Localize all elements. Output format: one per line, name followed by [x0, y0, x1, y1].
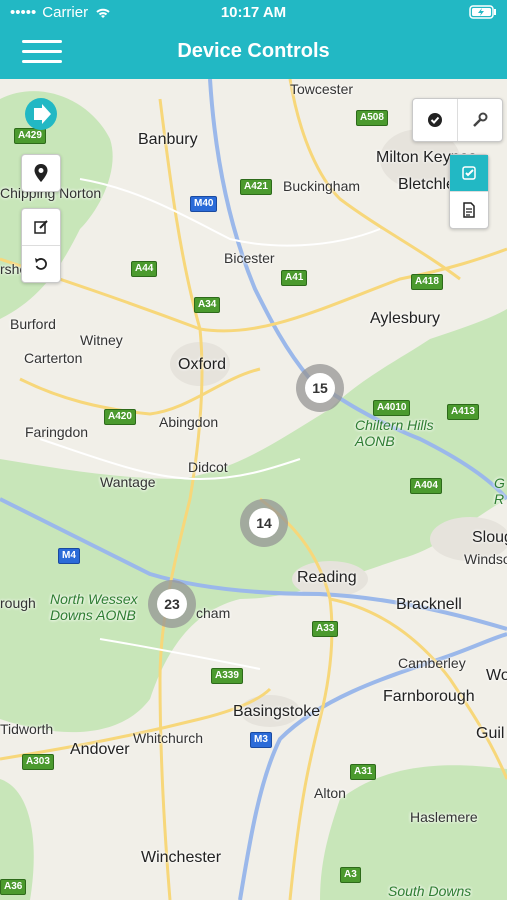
- place-label: Farnborough: [383, 688, 475, 705]
- place-label: Camberley: [398, 655, 466, 671]
- app-header: Device Controls: [0, 26, 507, 79]
- road-label: A41: [281, 270, 308, 286]
- place-label: rough: [0, 595, 36, 611]
- status-time: 10:17 AM: [220, 4, 287, 21]
- place-label: Andover: [70, 741, 130, 758]
- place-label: Wantage: [100, 474, 156, 490]
- road-label: A420: [104, 409, 136, 425]
- place-label: Tidworth: [0, 721, 54, 737]
- place-label: Winchester: [141, 849, 222, 866]
- place-label: Carterton: [24, 350, 83, 366]
- road-label: A418: [411, 274, 443, 290]
- place-label: Aylesbury: [370, 310, 440, 327]
- undo-button[interactable]: [22, 246, 60, 282]
- cluster-count: 23: [157, 589, 187, 619]
- device-cluster-marker[interactable]: 23: [148, 580, 196, 628]
- place-label: Burford: [10, 316, 56, 332]
- cluster-count: 15: [305, 373, 335, 403]
- place-label: Slough: [472, 529, 507, 546]
- road-label: A36: [0, 879, 27, 895]
- aonb-label: North Wessex Downs AONB: [50, 591, 138, 623]
- road-label: A4010: [373, 400, 411, 416]
- place-label: Windsor: [464, 551, 507, 567]
- place-label: Bicester: [224, 250, 275, 266]
- road-label: M3: [250, 732, 272, 748]
- edit-button[interactable]: [22, 209, 60, 246]
- aonb-label: South Downs: [388, 883, 472, 899]
- location-pin-button[interactable]: [22, 155, 60, 191]
- map-view[interactable]: Towcester Banbury Milton Keynes Buckingh…: [0, 79, 507, 900]
- road-label: A404: [410, 478, 442, 494]
- document-icon: [463, 202, 475, 218]
- wrench-icon: [473, 112, 488, 127]
- document-button[interactable]: [450, 192, 488, 228]
- road-label: A3: [340, 867, 361, 883]
- edit-control-group: [21, 208, 61, 283]
- place-label: Oxford: [178, 356, 227, 373]
- place-label: Didcot: [188, 459, 228, 475]
- place-label: G R: [494, 475, 505, 507]
- road-label: A44: [131, 261, 158, 277]
- road-label: A429: [14, 128, 46, 144]
- cluster-count: 14: [249, 508, 279, 538]
- place-label: Bracknell: [396, 596, 462, 613]
- road-label: A33: [312, 621, 339, 637]
- place-label: Haslemere: [410, 809, 478, 825]
- layer-control-group: [449, 154, 489, 229]
- road-label: M4: [58, 548, 80, 564]
- checkbox-icon: [462, 166, 476, 180]
- place-label: Buckingham: [283, 178, 361, 194]
- aonb-label: Chiltern Hills AONB: [355, 417, 434, 449]
- road-label: A339: [211, 668, 243, 684]
- place-label: Wo: [486, 667, 507, 684]
- place-label: Guil: [476, 725, 505, 742]
- road-label: A303: [22, 754, 54, 770]
- place-label: Witney: [80, 332, 123, 348]
- undo-icon: [35, 258, 47, 270]
- place-label: cham: [196, 605, 231, 621]
- select-checkbox-button[interactable]: [450, 155, 488, 192]
- navigate-arrow-icon[interactable]: [25, 98, 57, 130]
- place-label: Towcester: [290, 81, 354, 97]
- place-label: Faringdon: [25, 424, 89, 440]
- top-right-toolbar: [412, 98, 503, 142]
- device-cluster-marker[interactable]: 15: [296, 364, 344, 412]
- place-label: Reading: [297, 569, 357, 586]
- place-label: Banbury: [138, 131, 198, 148]
- place-label: Whitchurch: [133, 730, 204, 746]
- road-label: A34: [194, 297, 221, 313]
- status-bar: ••••• Carrier 10:17 AM: [0, 0, 507, 26]
- edit-icon: [34, 220, 48, 234]
- road-label: A508: [356, 110, 388, 126]
- road-label: A421: [240, 179, 272, 195]
- page-title: Device Controls: [177, 40, 330, 62]
- place-label: Abingdon: [159, 414, 219, 430]
- device-cluster-marker[interactable]: 14: [240, 499, 288, 547]
- road-label: A413: [447, 404, 479, 420]
- battery-icon: [469, 5, 497, 23]
- place-label: Basingstoke: [233, 703, 321, 720]
- confirm-button[interactable]: [413, 99, 458, 141]
- settings-button[interactable]: [458, 99, 502, 141]
- road-label: A31: [350, 764, 377, 780]
- road-label: M40: [190, 196, 218, 212]
- check-circle-icon: [428, 113, 442, 127]
- place-label: Alton: [314, 785, 346, 801]
- location-pin-icon: [34, 164, 48, 182]
- location-control: [21, 154, 61, 192]
